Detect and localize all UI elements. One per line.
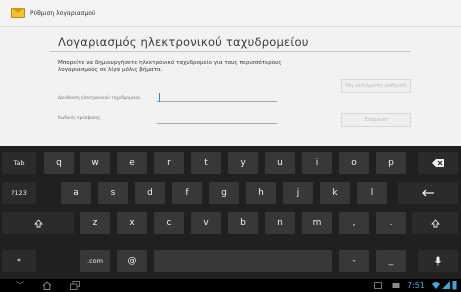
email-label: Διεύθυνση ηλεκτρονικού ταχυδρομείου — [58, 95, 141, 100]
dotcom-key[interactable]: .com — [80, 250, 110, 272]
battery-icon — [452, 281, 457, 290]
backspace-key[interactable] — [418, 152, 458, 174]
system-navigation-bar: ﹀ 7:51 — [0, 279, 461, 292]
key-x[interactable]: x — [117, 212, 147, 234]
password-label: Κωδικός πρόσβασης — [58, 115, 101, 120]
space-key[interactable] — [154, 250, 332, 272]
next-button[interactable]: Επόμενο — [341, 113, 411, 127]
key-r[interactable]: r — [154, 152, 184, 174]
shift-icon — [430, 218, 440, 227]
back-icon[interactable]: ﹀ — [16, 281, 24, 290]
text-cursor — [159, 93, 160, 102]
keyboard-status-icon — [374, 282, 382, 289]
soft-keyboard: Tab q w e r t y u i o p ?123 a s d f g h… — [0, 146, 461, 279]
key-j[interactable]: j — [283, 182, 313, 204]
window-title: Ρύθμιση λογαριασμού — [30, 9, 96, 17]
key-c[interactable]: c — [154, 212, 184, 234]
backspace-icon — [432, 159, 444, 167]
key-m[interactable]: m — [302, 212, 332, 234]
title-divider — [50, 51, 411, 52]
key-s[interactable]: s — [98, 182, 128, 204]
key-l[interactable]: l — [357, 182, 387, 204]
key-o[interactable]: o — [339, 152, 369, 174]
home-icon[interactable] — [42, 281, 52, 290]
key-w[interactable]: w — [80, 152, 110, 174]
email-field[interactable] — [157, 93, 277, 102]
key-p[interactable]: p — [376, 152, 406, 174]
shift-key-right[interactable] — [412, 212, 458, 234]
key-t[interactable]: t — [191, 152, 221, 174]
key-z[interactable]: z — [80, 212, 110, 234]
key-period[interactable]: . — [376, 212, 406, 234]
key-b[interactable]: b — [228, 212, 258, 234]
symbols-key[interactable]: ?123 — [2, 182, 36, 204]
account-setup-form: Λογαριασμός ηλεκτρονικού ταχυδρομείου Μπ… — [0, 27, 461, 146]
key-g[interactable]: g — [209, 182, 239, 204]
key-e[interactable]: e — [117, 152, 147, 174]
enter-key[interactable] — [398, 182, 458, 204]
password-field[interactable] — [157, 115, 277, 124]
description-text: Μπορείτε να δημιουργήσετε ηλεκτρονικό τα… — [58, 60, 282, 73]
email-app-icon — [11, 7, 25, 19]
settings-key[interactable]: ⌗ — [2, 250, 36, 272]
at-key[interactable]: @ — [117, 250, 147, 272]
clock: 7:51 — [407, 281, 425, 290]
key-d[interactable]: d — [135, 182, 165, 204]
manual-setup-button[interactable]: Μη αυτόματη ρύθμιση — [341, 79, 411, 93]
key-comma[interactable]: , — [339, 212, 369, 234]
title-bar: Ρύθμιση λογαριασμού — [0, 0, 461, 27]
dash-key[interactable]: - — [339, 250, 369, 272]
tab-key[interactable]: Tab — [2, 152, 36, 174]
microphone-icon — [435, 256, 441, 266]
key-i[interactable]: i — [302, 152, 332, 174]
signal-icon — [442, 281, 450, 289]
key-n[interactable]: n — [265, 212, 295, 234]
key-q[interactable]: q — [44, 152, 74, 174]
shift-icon — [33, 218, 43, 227]
key-u[interactable]: u — [265, 152, 295, 174]
key-f[interactable]: f — [172, 182, 202, 204]
recent-apps-icon[interactable] — [70, 281, 80, 290]
key-a[interactable]: a — [61, 182, 91, 204]
shift-key-left[interactable] — [2, 212, 74, 234]
key-k[interactable]: k — [320, 182, 350, 204]
key-v[interactable]: v — [191, 212, 221, 234]
wifi-icon — [432, 282, 440, 289]
notification-icon — [392, 283, 400, 288]
underscore-key[interactable]: _ — [376, 250, 406, 272]
voice-input-key[interactable] — [418, 250, 458, 272]
page-title: Λογαριασμός ηλεκτρονικού ταχυδρομείου — [58, 35, 309, 49]
enter-arrow-icon — [422, 189, 434, 197]
key-h[interactable]: h — [246, 182, 276, 204]
key-y[interactable]: y — [228, 152, 258, 174]
